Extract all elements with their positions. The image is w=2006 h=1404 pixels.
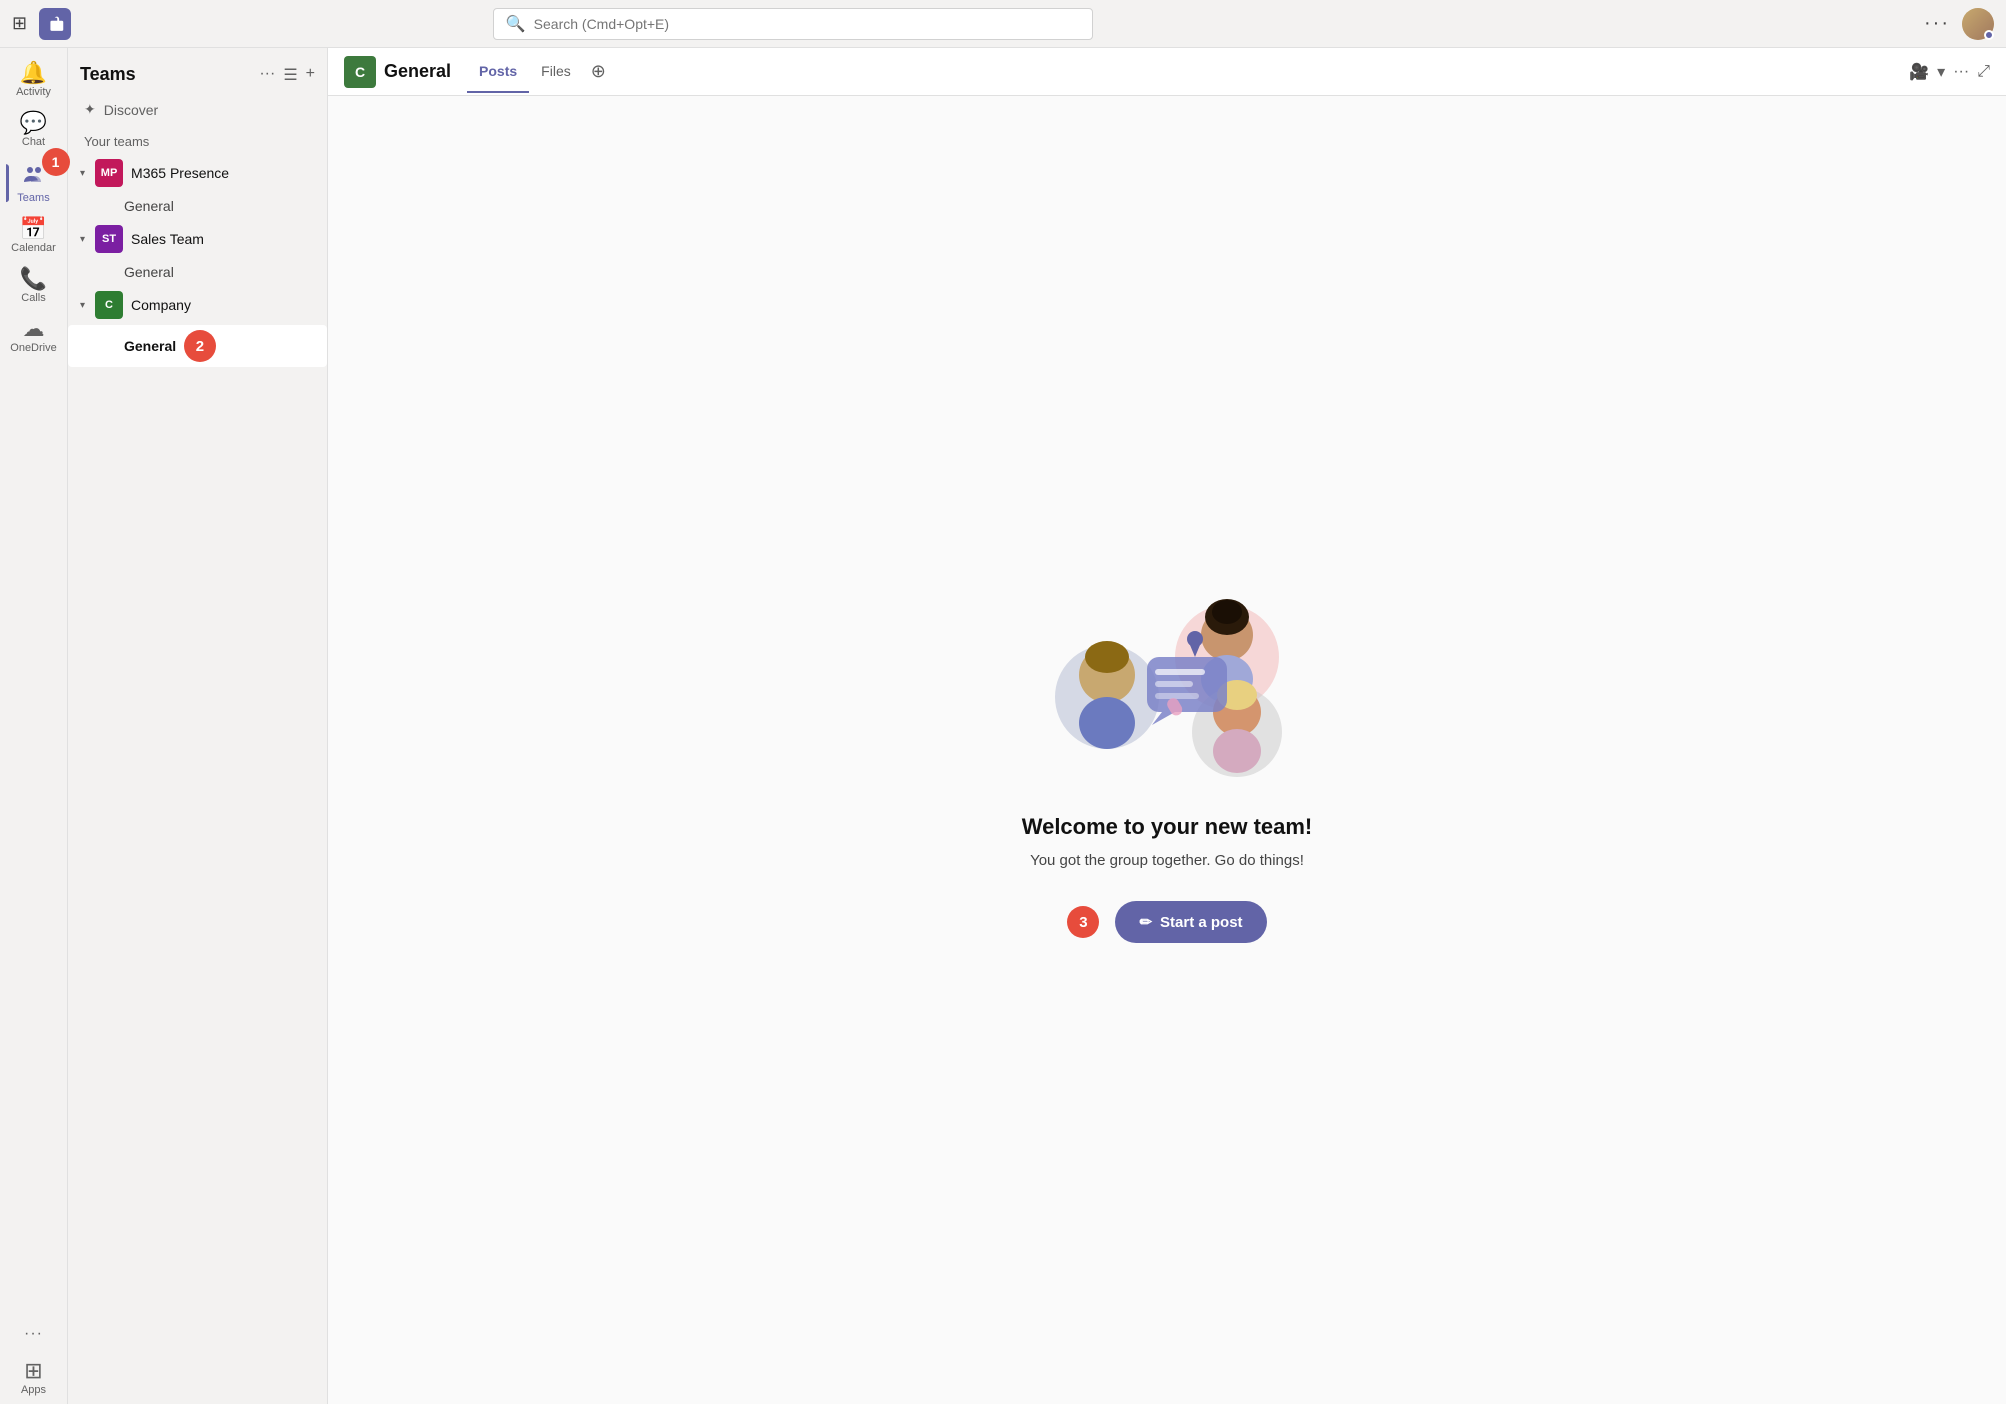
teams-panel-title: Teams [80, 64, 136, 85]
chevron-company: ▾ [80, 300, 85, 311]
channel-m365-general[interactable]: General [68, 193, 327, 219]
discover-label: Discover [104, 102, 158, 118]
calendar-label: Calendar [11, 242, 56, 254]
more-teams-options[interactable]: ··· [259, 65, 275, 85]
onedrive-icon: ☁ [23, 318, 45, 340]
calls-label: Calls [21, 292, 45, 304]
discover-icon: ✦ [84, 101, 96, 118]
search-input[interactable] [534, 16, 1080, 32]
step3-badge: 3 [1067, 906, 1099, 938]
team-name-m365: M365 Presence [131, 165, 229, 181]
grid-icon[interactable]: ⊞ [12, 13, 27, 34]
calls-icon: 📞 [20, 268, 47, 290]
your-teams-label: Your teams [68, 126, 327, 153]
icon-sidebar: 🔔 Activity 💬 Chat Teams 1 📅 Calendar [0, 48, 68, 1404]
more-channel-options[interactable]: ··· [1953, 63, 1969, 81]
discover-item[interactable]: ✦ Discover [68, 93, 327, 126]
sidebar-item-onedrive[interactable]: ☁ OneDrive [6, 312, 62, 360]
team-m365[interactable]: ▾ MP M365 Presence [68, 153, 327, 193]
sidebar-item-apps[interactable]: ⊞ Apps [6, 1354, 62, 1402]
teams-label: Teams [17, 192, 49, 204]
teams-sidebar: Teams ··· ☰ + ✦ Discover Your teams ▾ MP… [68, 48, 328, 1404]
avatar-status [1984, 30, 1994, 40]
start-post-label: Start a post [1160, 914, 1243, 931]
channel-header: C General Posts Files ⊕ 🎥 ▾ ··· ⤢ [328, 48, 2006, 96]
channel-name: General [124, 338, 176, 354]
activity-label: Activity [16, 86, 51, 98]
team-avatar-sales: ST [95, 225, 123, 253]
topbar-right: ··· [1924, 8, 1994, 40]
active-indicator [6, 164, 9, 202]
team-name-sales: Sales Team [131, 231, 204, 247]
chevron-m365: ▾ [80, 168, 85, 179]
user-avatar-container [1962, 8, 1994, 40]
channel-company-general[interactable]: General 2 [68, 325, 327, 367]
tab-posts[interactable]: Posts [467, 51, 529, 93]
chevron-sales: ▾ [80, 234, 85, 245]
more-icon: ··· [24, 1326, 43, 1342]
chat-label: Chat [22, 136, 45, 148]
chat-icon: 💬 [20, 112, 47, 134]
team-company[interactable]: ▾ C Company [68, 285, 327, 325]
main-layout: 🔔 Activity 💬 Chat Teams 1 📅 Calendar [0, 48, 2006, 1404]
teams-header: Teams ··· ☰ + [68, 48, 327, 93]
filter-teams-icon[interactable]: ☰ [283, 65, 297, 85]
sidebar-item-activity[interactable]: 🔔 Activity [6, 56, 62, 104]
apps-label: Apps [21, 1384, 46, 1396]
sidebar-item-calendar[interactable]: 📅 Calendar [6, 212, 62, 260]
channel-icon: C [344, 56, 376, 88]
calendar-icon: 📅 [20, 218, 47, 240]
teams-badge: 1 [42, 148, 70, 176]
topbar: ⊞ 🔍 ··· [0, 0, 2006, 48]
teams-header-actions: ··· ☰ + [259, 65, 315, 85]
start-post-button[interactable]: ✏ Start a post [1115, 901, 1266, 943]
search-icon: 🔍 [506, 14, 526, 34]
start-post-area: 3 ✏ Start a post [1067, 901, 1266, 943]
activity-icon: 🔔 [20, 62, 47, 84]
channel-header-right: 🎥 ▾ ··· ⤢ [1909, 62, 1990, 82]
edit-icon: ✏ [1139, 913, 1152, 931]
sidebar-item-chat[interactable]: 💬 Chat [6, 106, 62, 154]
search-bar[interactable]: 🔍 [493, 8, 1093, 40]
team-avatar-m365: MP [95, 159, 123, 187]
tab-files[interactable]: Files [529, 51, 583, 93]
channel-name-header: General [384, 61, 451, 82]
team-name-company: Company [131, 297, 191, 313]
main-content: C General Posts Files ⊕ 🎥 ▾ ··· ⤢ [328, 48, 2006, 1404]
welcome-title: Welcome to your new team! [1022, 814, 1313, 840]
welcome-illustration [1017, 557, 1317, 782]
apps-icon: ⊞ [24, 1360, 42, 1382]
video-call-icon[interactable]: 🎥 [1909, 62, 1929, 82]
welcome-subtitle: You got the group together. Go do things… [1030, 852, 1304, 869]
channel-tabs: Posts Files ⊕ [467, 51, 614, 93]
expand-icon[interactable]: ⤢ [1977, 63, 1990, 81]
channel-sales-general[interactable]: General [68, 259, 327, 285]
team-sales[interactable]: ▾ ST Sales Team [68, 219, 327, 259]
chevron-down-icon[interactable]: ▾ [1937, 62, 1945, 82]
sidebar-item-more[interactable]: ··· [6, 1320, 62, 1348]
sidebar-item-calls[interactable]: 📞 Calls [6, 262, 62, 310]
add-tab-icon[interactable]: ⊕ [583, 61, 614, 82]
add-team-icon[interactable]: + [306, 65, 315, 85]
teams-logo [39, 8, 71, 40]
content-area: Welcome to your new team! You got the gr… [328, 96, 2006, 1404]
onedrive-label: OneDrive [10, 342, 56, 354]
more-options-icon[interactable]: ··· [1924, 12, 1950, 35]
team-avatar-company: C [95, 291, 123, 319]
sidebar-item-teams[interactable]: Teams 1 [6, 156, 62, 210]
step2-badge: 2 [184, 330, 216, 362]
